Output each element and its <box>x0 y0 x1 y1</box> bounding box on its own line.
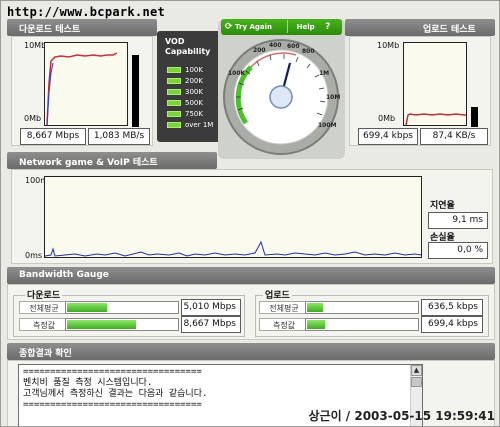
vod-led-icon <box>167 89 181 95</box>
gauge-button-bar: ⟳ Try Again Help ? <box>221 19 342 35</box>
upload-measured-value: 699,4 kbps <box>421 316 483 333</box>
download-panel: 10Mb 0Mb 8,667 Mbps 1,083 MB/s <box>11 36 153 146</box>
scroll-up-icon[interactable]: ▲ <box>411 365 422 376</box>
upload-panel: 10Mb 0Mb 699,4 kbps 87,4 KB/s <box>349 36 491 146</box>
upload-measured-label: 측정값 <box>259 318 309 331</box>
network-title: Network game & VoIP 테스트 <box>19 158 158 168</box>
upload-graph <box>403 42 467 126</box>
vod-title-line2: Capability <box>165 47 211 56</box>
help-icon: ? <box>325 22 331 32</box>
download-average-label: 전체평균 <box>19 301 69 314</box>
upload-y-top: 10Mb <box>377 41 400 50</box>
gauge-label-600: 600 <box>287 43 300 50</box>
result-title: 종합결과 확인 <box>19 349 72 359</box>
upload-average-label: 전체평균 <box>259 301 309 314</box>
download-measured-value: 8,667 Mbps <box>181 316 241 333</box>
network-y-bottom: 0ms <box>25 251 43 260</box>
gauge-label-800: 800 <box>302 48 315 55</box>
download-title-bar: 다운로드 테스트 <box>7 19 157 36</box>
vod-led-icon <box>167 78 181 84</box>
network-title-bar: Network game & VoIP 테스트 <box>7 152 217 169</box>
download-y-bottom: 0Mb <box>24 114 42 123</box>
download-measured-track <box>65 318 179 331</box>
download-bytes-value: 1,083 MB/s <box>88 128 150 145</box>
vod-led-icon <box>167 111 181 117</box>
download-average-value: 5,010 Mbps <box>181 299 241 316</box>
latency-graph-svg <box>45 240 421 257</box>
upload-bytes-value: 87,4 KB/s <box>420 128 488 145</box>
gauge-dial: 100K 200 400 600 800 1M 10M 100M <box>223 39 340 155</box>
result-line: 벤치비 품질 측정 시스템입니다. <box>23 378 153 388</box>
help-button[interactable]: Help ? <box>287 20 339 33</box>
upload-average-fill <box>307 303 323 312</box>
scroll-thumb[interactable] <box>411 377 422 387</box>
latency-value: 9,1 ms <box>428 212 488 229</box>
download-speed-line <box>46 52 118 125</box>
upload-speed-line <box>405 113 466 125</box>
gauge-label-100k: 100K <box>228 70 246 77</box>
upload-title: 업로드 테스트 <box>423 25 476 35</box>
result-line: 고객님께서 측정하신 결과는 다음과 같습니다. <box>23 389 208 399</box>
result-title-bar: 종합결과 확인 <box>7 343 495 360</box>
download-title: 다운로드 테스트 <box>19 25 81 35</box>
bandwidth-title-bar: Bandwidth Gauge <box>7 267 495 284</box>
network-panel: 100m 0ms 지연율 9,1 ms 손실율 0,0 % <box>11 169 493 264</box>
bandwidth-download-label: 다운로드 <box>25 288 63 301</box>
gauge-label-1m: 1M <box>319 70 329 77</box>
download-mbps-value: 8,667 Mbps <box>20 128 86 145</box>
gauge-hub <box>269 85 293 109</box>
download-measured-label: 측정값 <box>19 318 69 331</box>
upload-title-bar: 업로드 테스트 <box>345 19 495 36</box>
gauge-label-400: 400 <box>269 42 282 49</box>
vod-led-icon <box>167 122 181 128</box>
vod-led-icon <box>167 67 181 73</box>
speed-test-window: http://www.bcpark.net 다운로드 테스트 10Mb 0Mb … <box>0 0 500 427</box>
download-graph <box>44 42 128 126</box>
upload-measured-track <box>305 318 419 331</box>
bandwidth-title: Bandwidth Gauge <box>19 270 109 280</box>
speed-gauge: ⟳ Try Again Help ? 100K 200 400 600 800 … <box>218 19 345 159</box>
upload-level-bar <box>471 107 478 127</box>
latency-graph <box>44 176 422 258</box>
upload-average-value: 636,5 kbps <box>421 299 483 316</box>
download-y-top: 10Mb <box>24 41 47 50</box>
vod-title-line1: VOD <box>165 37 185 46</box>
upload-y-bottom: 0Mb <box>378 114 396 123</box>
gauge-label-200: 200 <box>253 47 266 54</box>
latency-label: 지연율 <box>430 201 455 211</box>
upload-average-track <box>305 301 419 314</box>
vod-title: VOD Capability <box>165 37 210 57</box>
site-url: http://www.bcpark.net <box>7 5 166 19</box>
download-average-track <box>65 301 179 314</box>
gauge-label-10m: 10M <box>326 94 340 101</box>
loss-value: 0,0 % <box>428 242 488 259</box>
download-graph-svg <box>46 52 118 125</box>
timestamp-stamp: 상근이 / 2003-05-15 19:59:41 <box>308 409 496 423</box>
latency-line <box>45 240 421 257</box>
refresh-icon: ⟳ <box>225 22 233 32</box>
result-line: ================================= <box>23 367 202 377</box>
upload-graph-svg <box>405 113 466 125</box>
download-level-bar <box>132 55 139 127</box>
download-average-fill <box>67 303 107 312</box>
upload-measured-fill <box>307 320 325 329</box>
download-measured-fill <box>67 320 136 329</box>
vod-led-icon <box>167 100 181 106</box>
try-again-button[interactable]: ⟳ Try Again <box>225 20 283 33</box>
upload-kbps-value: 699,4 kbps <box>358 128 418 145</box>
gauge-label-100m: 100M <box>318 122 337 129</box>
bandwidth-upload-label: 업로드 <box>263 288 292 301</box>
